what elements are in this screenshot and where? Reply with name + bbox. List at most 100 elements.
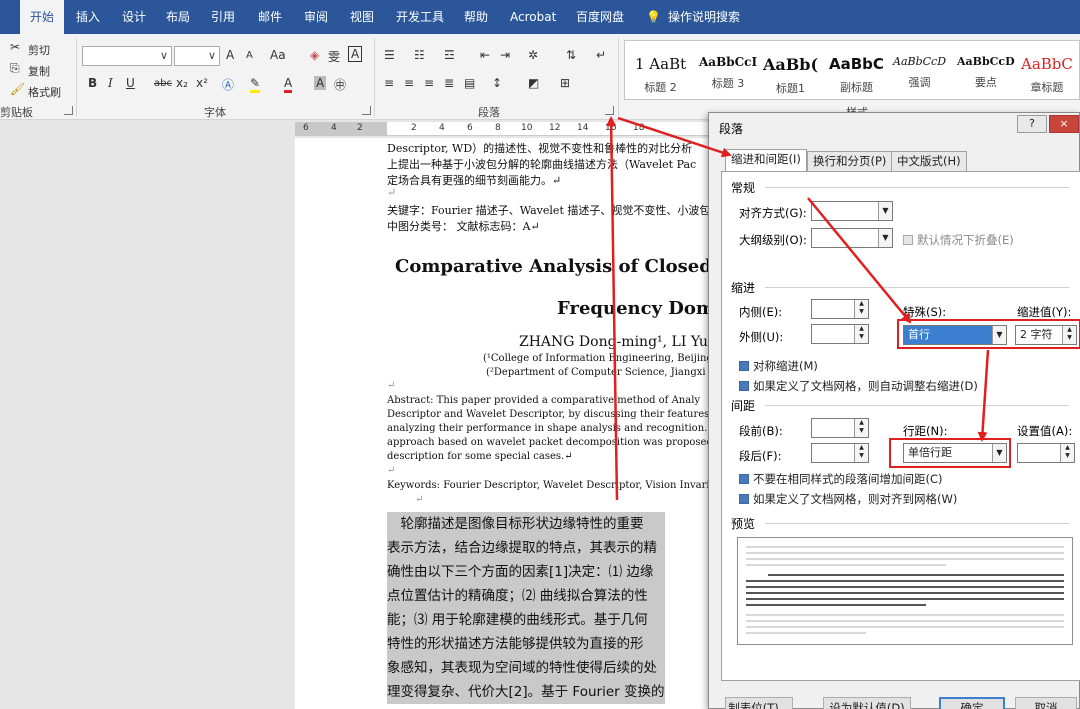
spacing-before-spinner[interactable]: ▲ ▼: [811, 418, 869, 438]
decrease-indent-icon[interactable]: ⇤: [480, 48, 490, 62]
ok-button[interactable]: 确定: [939, 697, 1005, 709]
asian-layout-icon[interactable]: ✲: [528, 48, 538, 62]
paragraph-launcher-icon[interactable]: [605, 106, 614, 115]
tab-baidu-netdisk[interactable]: 百度网盘: [576, 0, 624, 34]
inside-indent-spinner[interactable]: ▲ ▼: [811, 299, 869, 319]
numbering-icon[interactable]: ☷: [414, 48, 425, 62]
style-heading-3[interactable]: AaBbCcI 标题 3: [699, 55, 757, 91]
bold-button[interactable]: B: [88, 76, 97, 90]
spinner-arrows-icon[interactable]: ▲ ▼: [854, 444, 868, 462]
italic-button[interactable]: I: [108, 76, 113, 90]
style-name: 标题 3: [711, 77, 745, 90]
increase-indent-icon[interactable]: ⇥: [500, 48, 510, 62]
highlight-icon[interactable]: ✎: [250, 76, 261, 93]
shrink-font-icon[interactable]: A: [246, 50, 253, 61]
tab-view[interactable]: 视图: [350, 0, 374, 34]
spacing-at-spinner[interactable]: ▲ ▼: [1017, 443, 1075, 463]
subscript-button[interactable]: x₂: [176, 76, 188, 90]
outline-level-select[interactable]: ▼: [811, 228, 893, 248]
grow-font-icon[interactable]: A: [226, 48, 234, 62]
underline-button[interactable]: U: [126, 76, 135, 90]
no-space-same-style-checkbox[interactable]: 不要在相同样式的段落间增加间距(C): [739, 471, 943, 487]
align-right-icon[interactable]: ≡: [424, 76, 434, 90]
style-emphasis[interactable]: AaBbCcD 强调: [893, 55, 946, 90]
font-name-combo[interactable]: ∨: [82, 46, 172, 66]
mirror-indents-checkbox[interactable]: 对称缩进(M): [739, 358, 818, 374]
style-subtitle[interactable]: AaBbC 副标题: [829, 55, 884, 95]
line-spacing-icon[interactable]: ↕: [492, 76, 502, 90]
spacing-after-spinner[interactable]: ▲ ▼: [811, 443, 869, 463]
collapse-default-checkbox[interactable]: 默认情况下折叠(E): [903, 232, 1014, 248]
set-default-button[interactable]: 设为默认值(D): [823, 697, 911, 709]
tab-layout[interactable]: 布局: [166, 0, 190, 34]
brush-icon[interactable]: 🖌: [10, 82, 25, 96]
shading-icon[interactable]: ◩: [528, 76, 539, 90]
font-size-combo[interactable]: ∨: [174, 46, 220, 66]
clipboard-launcher-icon[interactable]: [64, 106, 73, 115]
tab-insert[interactable]: 插入: [76, 0, 100, 34]
tab-references[interactable]: 引用: [211, 0, 235, 34]
style-heading-1[interactable]: AaBb( 标题1: [763, 55, 818, 96]
copy-button[interactable]: 复制: [28, 63, 50, 79]
preview-line: [746, 620, 1064, 622]
cancel-button[interactable]: 取消: [1015, 697, 1077, 709]
spinner-arrows-icon[interactable]: ▲ ▼: [1060, 444, 1074, 462]
horizontal-ruler[interactable]: 6 4 2 2 4 6 8 10 12 14 16 18: [295, 122, 715, 136]
superscript-button[interactable]: x²: [196, 76, 208, 90]
font-color-icon[interactable]: A: [284, 76, 293, 93]
style-heading-2[interactable]: 1 AaBt 标题 2: [635, 55, 686, 95]
tabs-button[interactable]: 制表位(T)...: [725, 697, 793, 709]
enclose-char-icon[interactable]: ㊥: [334, 76, 346, 93]
tab-line-page-breaks[interactable]: 换行和分页(P): [807, 151, 893, 171]
auto-adjust-indent-label: 如果定义了文档网格，则自动调整右缩进(D): [753, 379, 978, 393]
copy-icon[interactable]: ⎘: [10, 61, 20, 76]
text-effects-icon[interactable]: Ⓐ: [222, 76, 234, 93]
tab-asian-typography[interactable]: 中文版式(H): [891, 151, 967, 171]
phonetic-guide-icon[interactable]: 雯: [328, 48, 340, 65]
align-center-icon[interactable]: ≡: [404, 76, 414, 90]
char-border-icon[interactable]: A: [348, 46, 363, 62]
scissors-icon[interactable]: ✂: [10, 40, 20, 54]
style-chapter-title[interactable]: AaBbC 章标题: [1021, 55, 1073, 95]
alignment-select[interactable]: ▼: [811, 201, 893, 221]
tab-design[interactable]: 设计: [122, 0, 146, 34]
clear-format-icon[interactable]: ◈: [310, 48, 319, 62]
doc-abstract-line: analyzing their performance in shape ana…: [387, 423, 715, 434]
char-shading-icon[interactable]: A: [314, 76, 327, 90]
cut-button[interactable]: 剪切: [28, 42, 50, 58]
tab-acrobat[interactable]: Acrobat: [510, 0, 556, 34]
sort-icon[interactable]: ⇅: [566, 48, 576, 62]
bullets-icon[interactable]: ☰: [384, 48, 395, 62]
tell-me-search[interactable]: 操作说明搜索: [668, 0, 740, 34]
change-case-icon[interactable]: Aa: [270, 48, 286, 62]
spinner-arrows-icon[interactable]: ▲ ▼: [854, 325, 868, 343]
spinner-arrows-icon[interactable]: ▲ ▼: [854, 419, 868, 437]
strikethrough-button[interactable]: abc: [154, 78, 172, 89]
distribute-icon[interactable]: ▤: [464, 76, 475, 90]
multilevel-list-icon[interactable]: ☲: [444, 48, 455, 62]
spinner-arrows-icon[interactable]: ▲ ▼: [854, 300, 868, 318]
tab-indents-spacing[interactable]: 缩进和间距(I): [725, 149, 807, 173]
snap-to-grid-checkbox[interactable]: 如果定义了文档网格，则对齐到网格(W): [739, 491, 957, 507]
document-page[interactable]: Descriptor, WD）的描述性、视觉不变性和鲁棒性的对比分析 上提出一种…: [295, 138, 715, 709]
format-painter-button[interactable]: 格式刷: [28, 84, 61, 100]
font-launcher-icon[interactable]: [362, 106, 371, 115]
styles-gallery[interactable]: 1 AaBt 标题 2 AaBbCcI 标题 3 AaBb( 标题1 AaBbC…: [624, 40, 1080, 100]
tab-help[interactable]: 帮助: [464, 0, 488, 34]
outside-indent-spinner[interactable]: ▲ ▼: [811, 324, 869, 344]
preview-line: [746, 598, 1064, 600]
selected-body-paragraph[interactable]: 轮廓描述是图像目标形状边缘特性的重要 表示方法，结合边缘提取的特点，其表示的精 …: [387, 512, 665, 704]
tab-developer[interactable]: 开发工具: [396, 0, 444, 34]
align-left-icon[interactable]: ≡: [384, 76, 394, 90]
tab-mailings[interactable]: 邮件: [258, 0, 282, 34]
borders-icon[interactable]: ⊞: [560, 76, 570, 90]
style-key-point[interactable]: AaBbCcD 要点: [957, 55, 1015, 90]
lightbulb-icon[interactable]: 💡: [646, 0, 661, 34]
tab-home[interactable]: 开始: [20, 0, 65, 34]
tab-review[interactable]: 审阅: [304, 0, 328, 34]
help-button[interactable]: ?: [1017, 115, 1047, 133]
justify-icon[interactable]: ≣: [444, 76, 454, 90]
auto-adjust-indent-checkbox[interactable]: 如果定义了文档网格，则自动调整右缩进(D): [739, 378, 978, 394]
show-marks-icon[interactable]: ↵: [596, 48, 606, 62]
close-button[interactable]: ×: [1049, 115, 1079, 133]
